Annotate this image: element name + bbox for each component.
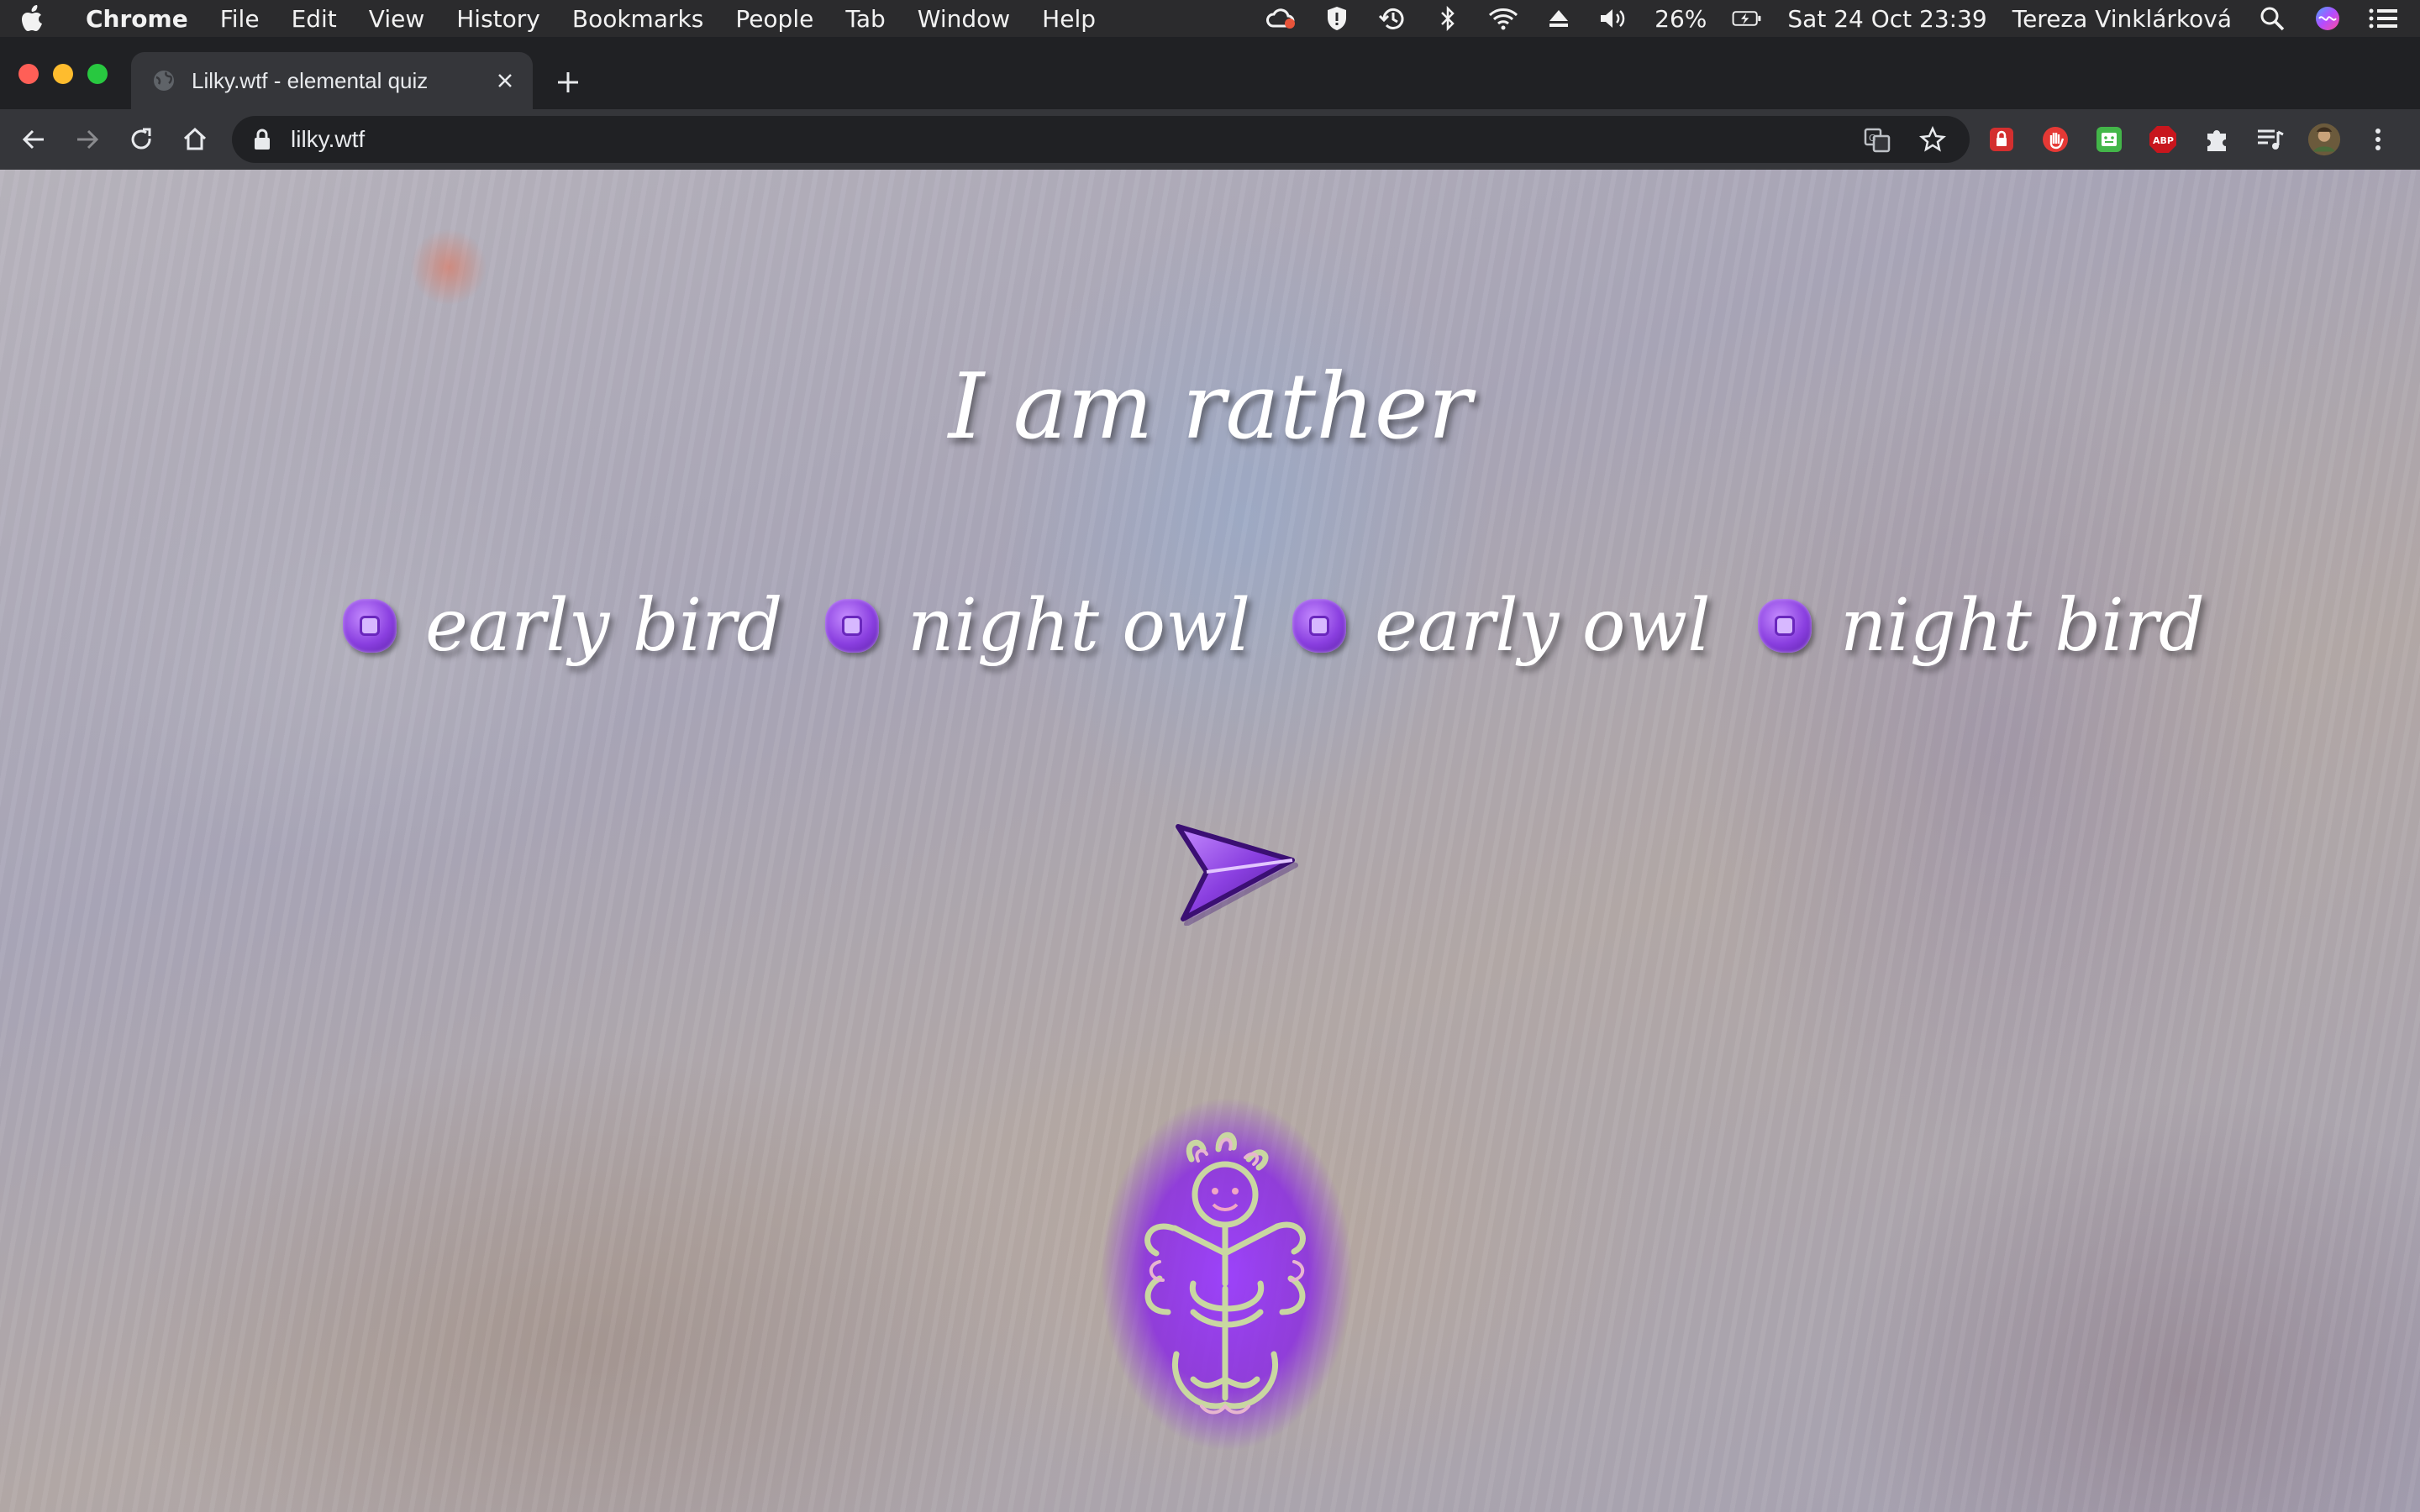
media-queue-icon[interactable] xyxy=(2254,123,2287,156)
lock-icon[interactable] xyxy=(252,128,272,151)
eject-icon[interactable] xyxy=(1544,5,1574,32)
paper-plane-arrow-icon xyxy=(1176,824,1298,927)
svg-text:ABP: ABP xyxy=(2153,135,2174,146)
menu-view[interactable]: View xyxy=(369,5,424,33)
menu-app-name[interactable]: Chrome xyxy=(86,5,188,33)
arrow-right-icon xyxy=(77,129,99,150)
siri-icon[interactable] xyxy=(2312,5,2343,32)
stop-hand-extension-icon[interactable] xyxy=(2039,123,2072,156)
option-label-night-bird[interactable]: night bird xyxy=(1840,584,2205,668)
battery-percentage: 26% xyxy=(1655,4,1707,33)
svg-text:G: G xyxy=(1869,133,1876,144)
apple-icon[interactable] xyxy=(22,4,47,33)
adblock-plus-extension-icon[interactable]: ABP xyxy=(2146,123,2180,156)
macos-menu-bar: Chrome File Edit View History Bookmarks … xyxy=(0,0,2420,37)
quiz-question: I am rather xyxy=(948,354,1472,459)
reload-icon xyxy=(131,128,151,150)
minimize-window-button[interactable] xyxy=(53,64,73,84)
menu-help[interactable]: Help xyxy=(1042,5,1096,33)
home-button[interactable] xyxy=(178,123,212,156)
time-machine-icon[interactable] xyxy=(1377,5,1407,32)
tab-close-icon[interactable] xyxy=(492,68,518,93)
new-tab-button[interactable] xyxy=(551,66,585,99)
green-face-extension-icon[interactable] xyxy=(2092,123,2126,156)
mascot-flower-figure xyxy=(1092,1094,1361,1455)
arrow-left-icon xyxy=(22,129,44,150)
password-manager-extension-icon[interactable] xyxy=(1985,123,2018,156)
tab-title: Lilky.wtf - elemental quiz xyxy=(192,67,429,93)
menu-history[interactable]: History xyxy=(456,5,540,33)
menu-edit[interactable]: Edit xyxy=(292,5,337,33)
radio-button-early-owl[interactable] xyxy=(1292,599,1346,653)
menu-window[interactable]: Window xyxy=(918,5,1010,33)
back-button[interactable] xyxy=(17,123,50,156)
menu-tab[interactable]: Tab xyxy=(845,5,885,33)
bluetooth-icon[interactable] xyxy=(1433,5,1463,32)
window-controls xyxy=(18,64,108,84)
url-text[interactable]: lilky.wtf xyxy=(291,126,1839,153)
menu-people[interactable]: People xyxy=(735,5,813,33)
shield-icon[interactable] xyxy=(1322,5,1352,32)
option-label-early-owl[interactable]: early owl xyxy=(1375,584,1711,668)
notification-center-icon[interactable] xyxy=(2368,5,2398,32)
option-early-bird[interactable]: early bird xyxy=(343,571,782,680)
option-label-early-bird[interactable]: early bird xyxy=(425,584,782,668)
option-night-owl[interactable]: night owl xyxy=(825,571,1250,680)
battery-charging-icon[interactable] xyxy=(1732,5,1762,32)
browser-toolbar: lilky.wtf G ABP xyxy=(0,109,2420,170)
translate-icon[interactable]: G xyxy=(1860,123,1894,156)
plus-icon xyxy=(558,72,578,92)
home-icon xyxy=(183,127,207,150)
volume-icon[interactable] xyxy=(1599,5,1629,32)
submit-button[interactable] xyxy=(1166,816,1301,927)
wifi-icon[interactable] xyxy=(1488,5,1518,32)
radio-button-night-owl[interactable] xyxy=(825,599,879,653)
puzzle-extensions-icon[interactable] xyxy=(2200,123,2233,156)
quiz-page: I am rather early bird night owl early o… xyxy=(0,170,2420,1512)
user-name[interactable]: Tereza Vinklárková xyxy=(2012,5,2232,33)
forward-button[interactable] xyxy=(71,123,104,156)
bookmark-star-icon[interactable] xyxy=(1916,123,1949,156)
tab-lilky[interactable]: Lilky.wtf - elemental quiz xyxy=(131,52,533,109)
background-orb-decoration xyxy=(410,228,487,306)
clock-datetime[interactable]: Sat 24 Oct 23:39 xyxy=(1787,5,1986,33)
browser-tab-strip: Lilky.wtf - elemental quiz xyxy=(0,37,2420,109)
option-label-night-owl[interactable]: night owl xyxy=(908,584,1250,668)
reload-button[interactable] xyxy=(124,123,158,156)
creative-cloud-icon[interactable] xyxy=(1266,5,1297,32)
option-early-owl[interactable]: early owl xyxy=(1292,571,1711,680)
radio-button-night-bird[interactable] xyxy=(1758,599,1812,653)
radio-button-early-bird[interactable] xyxy=(343,599,397,653)
menu-file[interactable]: File xyxy=(220,5,260,33)
option-night-bird[interactable]: night bird xyxy=(1758,571,2205,680)
menu-bookmarks[interactable]: Bookmarks xyxy=(572,5,703,33)
globe-favicon-icon xyxy=(154,71,174,91)
extensions-row: ABP xyxy=(1985,119,2395,160)
zoom-window-button[interactable] xyxy=(87,64,108,84)
spotlight-search-icon[interactable] xyxy=(2257,5,2287,32)
address-bar[interactable]: lilky.wtf G xyxy=(232,116,1970,163)
profile-avatar[interactable] xyxy=(2307,123,2341,156)
chrome-menu-icon[interactable] xyxy=(2361,123,2395,156)
close-window-button[interactable] xyxy=(18,64,39,84)
